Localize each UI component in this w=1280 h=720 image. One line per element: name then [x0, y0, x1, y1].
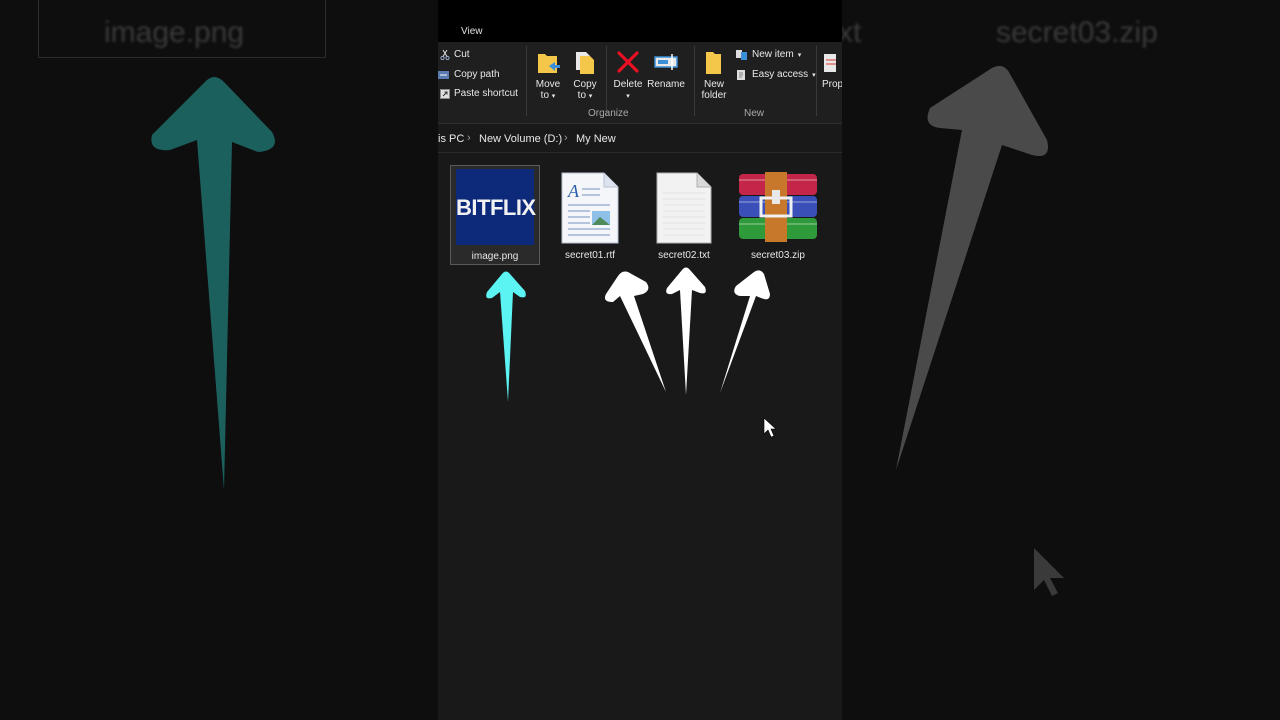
file-name: secret01.rtf [564, 250, 616, 261]
breadcrumb-new-volume[interactable]: New Volume (D:) [479, 133, 562, 145]
file-name: secret02.txt [658, 250, 710, 261]
chevron-down-icon: ▾ [626, 93, 630, 100]
file-item-secret02-txt[interactable]: secret02.txt [639, 165, 729, 265]
copy-to-label-1: Copy [573, 79, 597, 90]
new-group-label: New [744, 108, 765, 119]
ribbon-divider [526, 46, 527, 116]
delete-button[interactable]: Delete ▾ [608, 48, 648, 102]
file-item-image-png[interactable]: BITFLIX image.png [450, 165, 540, 265]
new-item-button[interactable]: New item ▾ [736, 49, 801, 60]
rtf-document-icon: A [561, 172, 619, 244]
cut-button[interactable]: Cut [440, 49, 470, 60]
text-document-icon [656, 172, 712, 244]
new-folder-label-1: New [703, 79, 724, 90]
ribbon-divider [816, 46, 817, 116]
new-item-label: New item [752, 49, 794, 60]
chevron-down-icon: ▾ [551, 93, 556, 100]
new-item-icon [736, 49, 747, 60]
white-arrow-icon [666, 267, 706, 395]
copy-path-button[interactable]: Copy path [438, 69, 500, 80]
cut-label: Cut [454, 49, 470, 60]
properties-button[interactable]: Prop [822, 48, 842, 90]
ribbon: Cut Copy path Paste shortcut Move to ▾ C [438, 42, 842, 124]
paste-shortcut-label: Paste shortcut [454, 88, 518, 99]
move-to-label-2: to [540, 90, 550, 101]
white-arrow-icon [720, 270, 770, 393]
delete-label: Delete [613, 79, 643, 90]
easy-access-button[interactable]: Easy access ▾ [736, 69, 816, 80]
easy-access-icon [737, 69, 745, 80]
address-bar[interactable]: is PC › New Volume (D:) › My New [438, 126, 842, 153]
move-to-icon [538, 54, 560, 73]
mouse-cursor-icon [763, 417, 777, 438]
scissors-icon [440, 49, 450, 60]
file-name: image.png [471, 251, 519, 262]
chevron-down-icon: ▾ [588, 93, 593, 100]
chevron-down-icon: ▾ [797, 51, 802, 59]
properties-label: Prop [822, 79, 842, 90]
background-arrow-right [896, 66, 1064, 596]
thumbnail-text: BITFLIX [456, 195, 536, 220]
copy-to-label-2: to [577, 90, 587, 101]
file-item-secret01-rtf[interactable]: A secret01.rtf [545, 165, 635, 265]
tab-view[interactable]: View [461, 26, 483, 37]
copy-path-label: Copy path [454, 69, 500, 80]
file-thumbnail: BITFLIX [456, 169, 536, 245]
chevron-right-icon: › [564, 132, 568, 144]
breadcrumb-this-pc[interactable]: is PC [438, 133, 464, 145]
delete-icon [617, 51, 639, 73]
copy-to-icon [576, 52, 594, 74]
properties-icon [824, 54, 836, 72]
organize-group-label: Organize [588, 108, 629, 119]
file-item-secret03-zip[interactable]: secret03.zip [733, 165, 823, 265]
ribbon-divider [606, 46, 607, 116]
file-name: secret03.zip [751, 250, 805, 261]
winrar-archive-icon [739, 172, 817, 242]
rename-button[interactable]: Rename [646, 48, 686, 90]
new-folder-icon [706, 52, 721, 74]
file-explorer-window: View Cut Copy path Paste shortcut Move t… [438, 0, 842, 720]
breadcrumb-my-new[interactable]: My New [576, 133, 616, 145]
svg-text:A: A [567, 181, 580, 201]
rename-icon [654, 54, 678, 70]
copy-path-icon [438, 70, 449, 79]
new-folder-label-2: folder [701, 90, 727, 101]
cyan-arrow-icon [486, 271, 526, 402]
paste-shortcut-icon [440, 88, 450, 99]
title-bar: View [438, 0, 842, 42]
copy-to-button[interactable]: Copy to ▾ [565, 48, 605, 102]
chevron-right-icon: › [467, 132, 471, 144]
background-left-panel: image.png [0, 0, 438, 720]
rename-label: Rename [647, 79, 685, 90]
new-folder-button[interactable]: New folder [694, 48, 734, 101]
background-right-panel: xt secret03.zip [842, 0, 1280, 720]
background-arrow-left [151, 77, 275, 490]
move-to-label-1: Move [535, 79, 561, 90]
background-cursor-icon [1034, 548, 1064, 596]
move-to-button[interactable]: Move to ▾ [528, 48, 568, 102]
white-arrow-icon [604, 271, 666, 392]
paste-shortcut-button[interactable]: Paste shortcut [440, 88, 518, 99]
easy-access-label: Easy access [752, 69, 809, 80]
